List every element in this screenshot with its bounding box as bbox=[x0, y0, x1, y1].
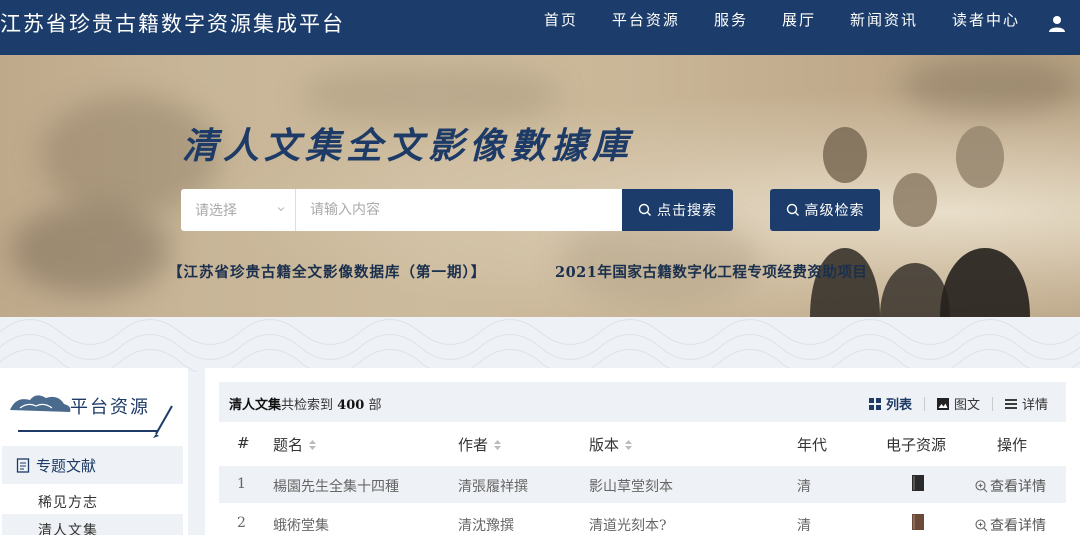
advanced-search-button[interactable]: 高级检索 bbox=[770, 189, 880, 231]
view-list-label: 列表 bbox=[885, 398, 912, 413]
database-title: 清人文集全文影像數據庫 bbox=[182, 125, 634, 167]
view-details-link[interactable]: 查看详情 bbox=[975, 476, 1046, 496]
row-index: 2 bbox=[237, 515, 246, 531]
row-era: 清 bbox=[797, 518, 811, 534]
search-icon bbox=[786, 203, 799, 216]
sort-icon bbox=[625, 439, 633, 450]
result-suffix: 部 bbox=[368, 398, 382, 413]
nav-news[interactable]: 新闻资讯 bbox=[850, 0, 918, 55]
result-count: 400 bbox=[337, 398, 365, 413]
image-icon bbox=[936, 397, 949, 410]
row-edition: 影山草堂刻本 bbox=[589, 479, 673, 495]
sidebar-item-rare-gazetteers[interactable]: 稀见方志 bbox=[38, 492, 98, 512]
sort-icon bbox=[494, 439, 502, 450]
select-placeholder: 请选择 bbox=[195, 203, 237, 219]
nav-home[interactable]: 首页 bbox=[544, 0, 578, 55]
brush-icon bbox=[153, 405, 173, 438]
view-image-label: 图文 bbox=[953, 398, 980, 413]
col-title-label: 题名 bbox=[273, 436, 304, 454]
banner: 清人文集全文影像數據庫 请选择 点击搜索 高级检索 【江苏省珍贵古籍全文影像数据… bbox=[0, 55, 1080, 317]
row-author: 清張履祥撰 bbox=[458, 479, 528, 495]
view-detail-label: 详情 bbox=[1021, 398, 1048, 413]
results-toolbar: 清人文集共检索到 400 部 列表 图文 详情 bbox=[219, 382, 1066, 422]
sidebar-category-label: 专题文献 bbox=[36, 456, 97, 475]
document-icon bbox=[16, 457, 30, 473]
database-name: 清人文集 bbox=[229, 398, 282, 413]
nav-reader-center[interactable]: 读者中心 bbox=[952, 0, 1020, 55]
search-button-label: 点击搜索 bbox=[657, 203, 717, 219]
col-era: 年代 bbox=[797, 436, 828, 454]
col-eresource: 电子资源 bbox=[886, 436, 947, 454]
user-icon[interactable] bbox=[1048, 15, 1066, 33]
search-icon bbox=[638, 203, 651, 216]
chevron-down-icon bbox=[277, 207, 285, 212]
col-action: 操作 bbox=[997, 436, 1028, 454]
nav-exhibition[interactable]: 展厅 bbox=[782, 0, 816, 55]
search-bar: 请选择 bbox=[181, 189, 622, 231]
col-author-label: 作者 bbox=[458, 436, 489, 454]
view-list-button[interactable]: 列表 bbox=[868, 394, 912, 413]
table-header: # 题名 作者 版本 年代 电子资源 操作 bbox=[219, 426, 1066, 462]
view-options: 列表 图文 详情 bbox=[857, 394, 1048, 413]
sort-icon bbox=[309, 439, 317, 450]
results-panel: 清人文集共检索到 400 部 列表 图文 详情 # 题名 作者 版本 年代 电子… bbox=[205, 368, 1080, 535]
row-author: 清沈豫撰 bbox=[458, 518, 514, 534]
divider bbox=[18, 430, 158, 432]
main-nav: 首页 平台资源 服务 展厅 新闻资讯 读者中心 bbox=[510, 0, 1066, 55]
sidebar-title: 平台资源 bbox=[70, 397, 150, 418]
row-title[interactable]: 楊園先生全集十四種 bbox=[273, 476, 399, 496]
view-divider bbox=[991, 396, 993, 411]
cloud-icon bbox=[10, 395, 71, 412]
wave-pattern bbox=[0, 317, 1080, 372]
row-edition: 清道光刻本? bbox=[589, 518, 667, 534]
view-details-label: 查看详情 bbox=[990, 518, 1046, 534]
funding-note: 2021年国家古籍数字化工程专项经费资助项目 bbox=[555, 264, 868, 281]
result-summary: 清人文集共检索到 400 部 bbox=[229, 394, 381, 413]
col-title[interactable]: 题名 bbox=[273, 434, 317, 455]
sidebar-category-special-docs[interactable]: 专题文献 bbox=[2, 446, 183, 484]
project-note: 【江苏省珍贵古籍全文影像数据库（第一期）】 bbox=[168, 264, 487, 281]
result-prefix: 共检索到 bbox=[281, 398, 334, 413]
view-detail-button[interactable]: 详情 bbox=[1004, 394, 1048, 413]
col-edition[interactable]: 版本 bbox=[589, 434, 633, 455]
col-edition-label: 版本 bbox=[589, 436, 620, 454]
row-title[interactable]: 蛾術堂集 bbox=[273, 515, 329, 535]
view-image-button[interactable]: 图文 bbox=[936, 394, 980, 413]
nav-platform-resources[interactable]: 平台资源 bbox=[612, 0, 680, 55]
sidebar-header: 平台资源 bbox=[0, 368, 188, 446]
col-author[interactable]: 作者 bbox=[458, 434, 502, 455]
list-icon bbox=[1004, 398, 1017, 409]
book-icon[interactable] bbox=[912, 514, 924, 530]
zoom-in-icon bbox=[975, 479, 988, 492]
row-era: 清 bbox=[797, 479, 811, 495]
view-divider bbox=[923, 396, 925, 411]
search-field-select[interactable]: 请选择 bbox=[181, 189, 296, 231]
book-icon[interactable] bbox=[912, 475, 924, 491]
col-index: # bbox=[237, 434, 250, 452]
row-index: 1 bbox=[237, 476, 246, 492]
site-title[interactable]: 江苏省珍贵古籍数字资源集成平台 bbox=[0, 8, 345, 38]
search-input[interactable] bbox=[296, 189, 622, 231]
sidebar-item-qing-collections[interactable]: 清人文集 bbox=[38, 520, 98, 535]
advanced-search-label: 高级检索 bbox=[804, 203, 865, 219]
table-row: 2 蛾術堂集 清沈豫撰 清道光刻本? 清 查看详情 bbox=[219, 505, 1066, 535]
table-row: 1 楊園先生全集十四種 清張履祥撰 影山草堂刻本 清 查看详情 bbox=[219, 466, 1066, 503]
grid-icon bbox=[868, 397, 881, 410]
search-button[interactable]: 点击搜索 bbox=[622, 189, 733, 231]
zoom-in-icon bbox=[975, 518, 988, 531]
view-details-link[interactable]: 查看详情 bbox=[975, 515, 1046, 535]
nav-services[interactable]: 服务 bbox=[714, 0, 748, 55]
sidebar: 平台资源 专题文献 稀见方志 清人文集 bbox=[0, 368, 188, 535]
view-details-label: 查看详情 bbox=[990, 479, 1046, 495]
top-navbar: 江苏省珍贵古籍数字资源集成平台 首页 平台资源 服务 展厅 新闻资讯 读者中心 bbox=[0, 0, 1080, 55]
